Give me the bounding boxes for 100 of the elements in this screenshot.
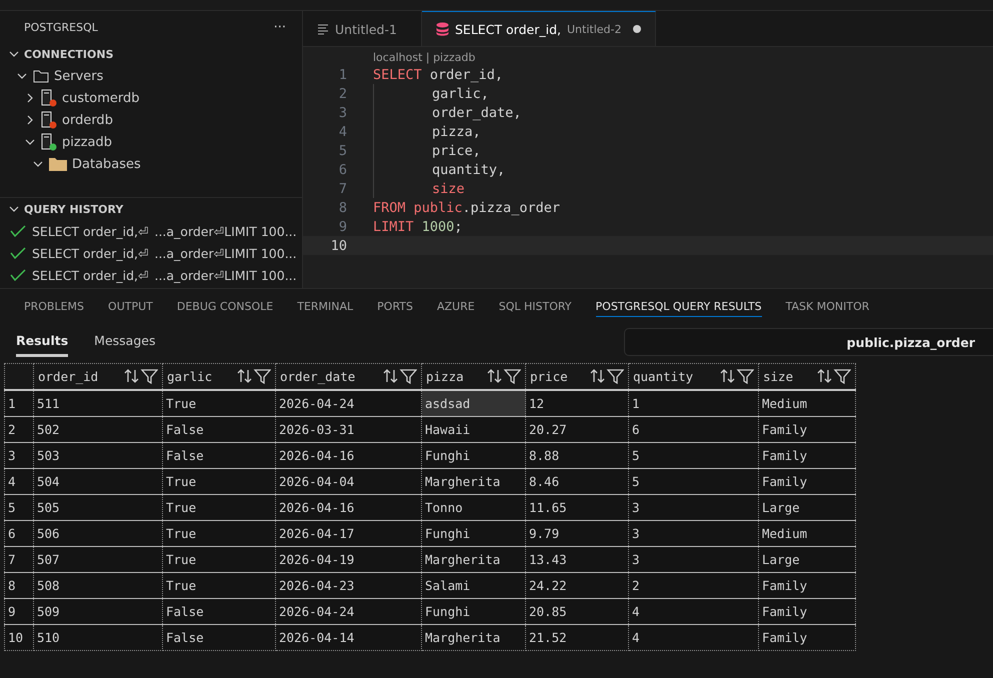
table-cell[interactable]: 12 (526, 390, 628, 416)
table-cell[interactable]: Funghi (422, 520, 526, 546)
table-cell[interactable]: Margherita (422, 624, 526, 650)
table-cell[interactable]: False (162, 442, 276, 468)
sort-filter-icon[interactable] (383, 368, 417, 384)
table-cell[interactable]: True (162, 390, 276, 416)
table-cell[interactable]: 2026-04-24 (276, 598, 422, 624)
table-cell[interactable]: 3 (628, 520, 758, 546)
table-cell[interactable]: 2026-04-04 (276, 468, 422, 494)
tree-item[interactable]: pizzadb (62, 134, 112, 150)
table-cell[interactable]: Tonno (422, 494, 526, 520)
sort-filter-icon[interactable] (237, 368, 271, 384)
table-cell[interactable]: Family (758, 442, 856, 468)
table-cell[interactable]: 9.79 (526, 520, 628, 546)
editor-tab[interactable]: SELECT order_id, Untitled-2 (422, 11, 656, 46)
table-cell[interactable]: 5 (628, 442, 758, 468)
table-cell[interactable]: 507 (34, 546, 162, 572)
table-cell[interactable]: False (162, 598, 276, 624)
panel-tab[interactable]: OUTPUT (96, 294, 165, 316)
history-query[interactable]: ...a_order⏎LIMIT 100... (154, 224, 297, 238)
table-cell[interactable]: Salami (422, 572, 526, 598)
table-cell[interactable]: 1 (628, 390, 758, 416)
table-cell[interactable]: Family (758, 468, 856, 494)
table-cell[interactable]: False (162, 624, 276, 650)
table-cell[interactable]: Family (758, 416, 856, 442)
history-query[interactable]: SELECT order_id,⏎ (32, 224, 148, 238)
table-cell[interactable]: True (162, 572, 276, 598)
table-cell[interactable]: Funghi (422, 598, 526, 624)
history-query[interactable]: ...a_order⏎LIMIT 100... (154, 246, 297, 260)
table-cell[interactable]: 511 (34, 390, 162, 416)
table-cell[interactable]: 508 (34, 572, 162, 598)
table-cell[interactable]: 2026-04-19 (276, 546, 422, 572)
table-cell[interactable]: 13.43 (526, 546, 628, 572)
table-cell[interactable]: 2026-04-24 (276, 390, 422, 416)
table-cell[interactable]: Large (758, 546, 856, 572)
results-tab[interactable]: Results (16, 327, 68, 357)
tree-item[interactable]: Databases (72, 156, 141, 172)
table-cell[interactable]: Hawaii (422, 416, 526, 442)
table-cell[interactable]: 2026-03-31 (276, 416, 422, 442)
panel-tab[interactable]: DEBUG CONSOLE (164, 294, 286, 316)
table-cell[interactable]: 3 (628, 546, 758, 572)
results-tab[interactable]: Messages (94, 327, 156, 357)
table-cell[interactable]: 503 (34, 442, 162, 468)
table-cell[interactable]: True (162, 494, 276, 520)
table-cell[interactable]: 502 (34, 416, 162, 442)
table-cell[interactable]: 8.88 (526, 442, 628, 468)
table-cell[interactable]: False (162, 416, 276, 442)
table-cell[interactable]: 5 (628, 468, 758, 494)
table-cell[interactable]: 4 (628, 598, 758, 624)
table-cell[interactable]: 21.52 (526, 624, 628, 650)
table-cell[interactable]: Medium (758, 520, 856, 546)
table-cell[interactable]: 505 (34, 494, 162, 520)
table-cell[interactable]: Margherita (422, 546, 526, 572)
table-cell[interactable]: Family (758, 572, 856, 598)
table-cell[interactable]: 2026-04-14 (276, 624, 422, 650)
panel-tab[interactable]: AZURE (425, 294, 487, 316)
panel-tab[interactable]: TERMINAL (285, 294, 366, 316)
history-query[interactable]: ...a_order⏎LIMIT 100... (154, 268, 297, 282)
panel-tab[interactable]: POSTGRESQL QUERY RESULTS (584, 294, 774, 316)
table-cell[interactable]: True (162, 468, 276, 494)
table-cell[interactable]: True (162, 546, 276, 572)
sort-filter-icon[interactable] (124, 368, 158, 384)
tree-item[interactable]: orderdb (62, 112, 113, 128)
panel-tab[interactable]: TASK MONITOR (774, 294, 882, 316)
panel-tab[interactable]: PORTS (365, 294, 425, 316)
table-cell[interactable]: 20.27 (526, 416, 628, 442)
sort-filter-icon[interactable] (817, 368, 851, 384)
table-cell[interactable]: True (162, 520, 276, 546)
sort-filter-icon[interactable] (720, 368, 754, 384)
panel-tab[interactable]: PROBLEMS (12, 294, 96, 316)
table-cell[interactable]: 4 (628, 624, 758, 650)
sort-filter-icon[interactable] (590, 368, 624, 384)
history-query[interactable]: SELECT order_id,⏎ (32, 246, 148, 260)
table-cell[interactable]: Family (758, 598, 856, 624)
table-cell[interactable]: 11.65 (526, 494, 628, 520)
table-cell[interactable]: 2026-04-17 (276, 520, 422, 546)
table-cell[interactable]: 20.85 (526, 598, 628, 624)
table-cell[interactable]: asdsad (422, 390, 526, 416)
section-header[interactable]: QUERY HISTORY (0, 198, 124, 220)
table-cell[interactable]: Large (758, 494, 856, 520)
table-cell[interactable]: 504 (34, 468, 162, 494)
table-cell[interactable]: Funghi (422, 442, 526, 468)
table-cell[interactable]: 2026-04-23 (276, 572, 422, 598)
section-header[interactable]: CONNECTIONS (0, 43, 114, 65)
tree-item[interactable]: Servers (54, 68, 104, 84)
table-cell[interactable]: 506 (34, 520, 162, 546)
tree-item[interactable]: customerdb (62, 90, 140, 106)
table-cell[interactable]: 3 (628, 494, 758, 520)
more-button[interactable]: ··· (274, 20, 286, 34)
table-cell[interactable]: 509 (34, 598, 162, 624)
table-cell[interactable]: Medium (758, 390, 856, 416)
history-query[interactable]: SELECT order_id,⏎ (32, 268, 148, 282)
table-cell[interactable]: Family (758, 624, 856, 650)
table-cell[interactable]: 2026-04-16 (276, 494, 422, 520)
table-cell[interactable]: Margherita (422, 468, 526, 494)
table-cell[interactable]: 6 (628, 416, 758, 442)
table-cell[interactable]: 510 (34, 624, 162, 650)
sort-filter-icon[interactable] (487, 368, 521, 384)
table-cell[interactable]: 2 (628, 572, 758, 598)
panel-tab[interactable]: SQL HISTORY (486, 294, 584, 316)
